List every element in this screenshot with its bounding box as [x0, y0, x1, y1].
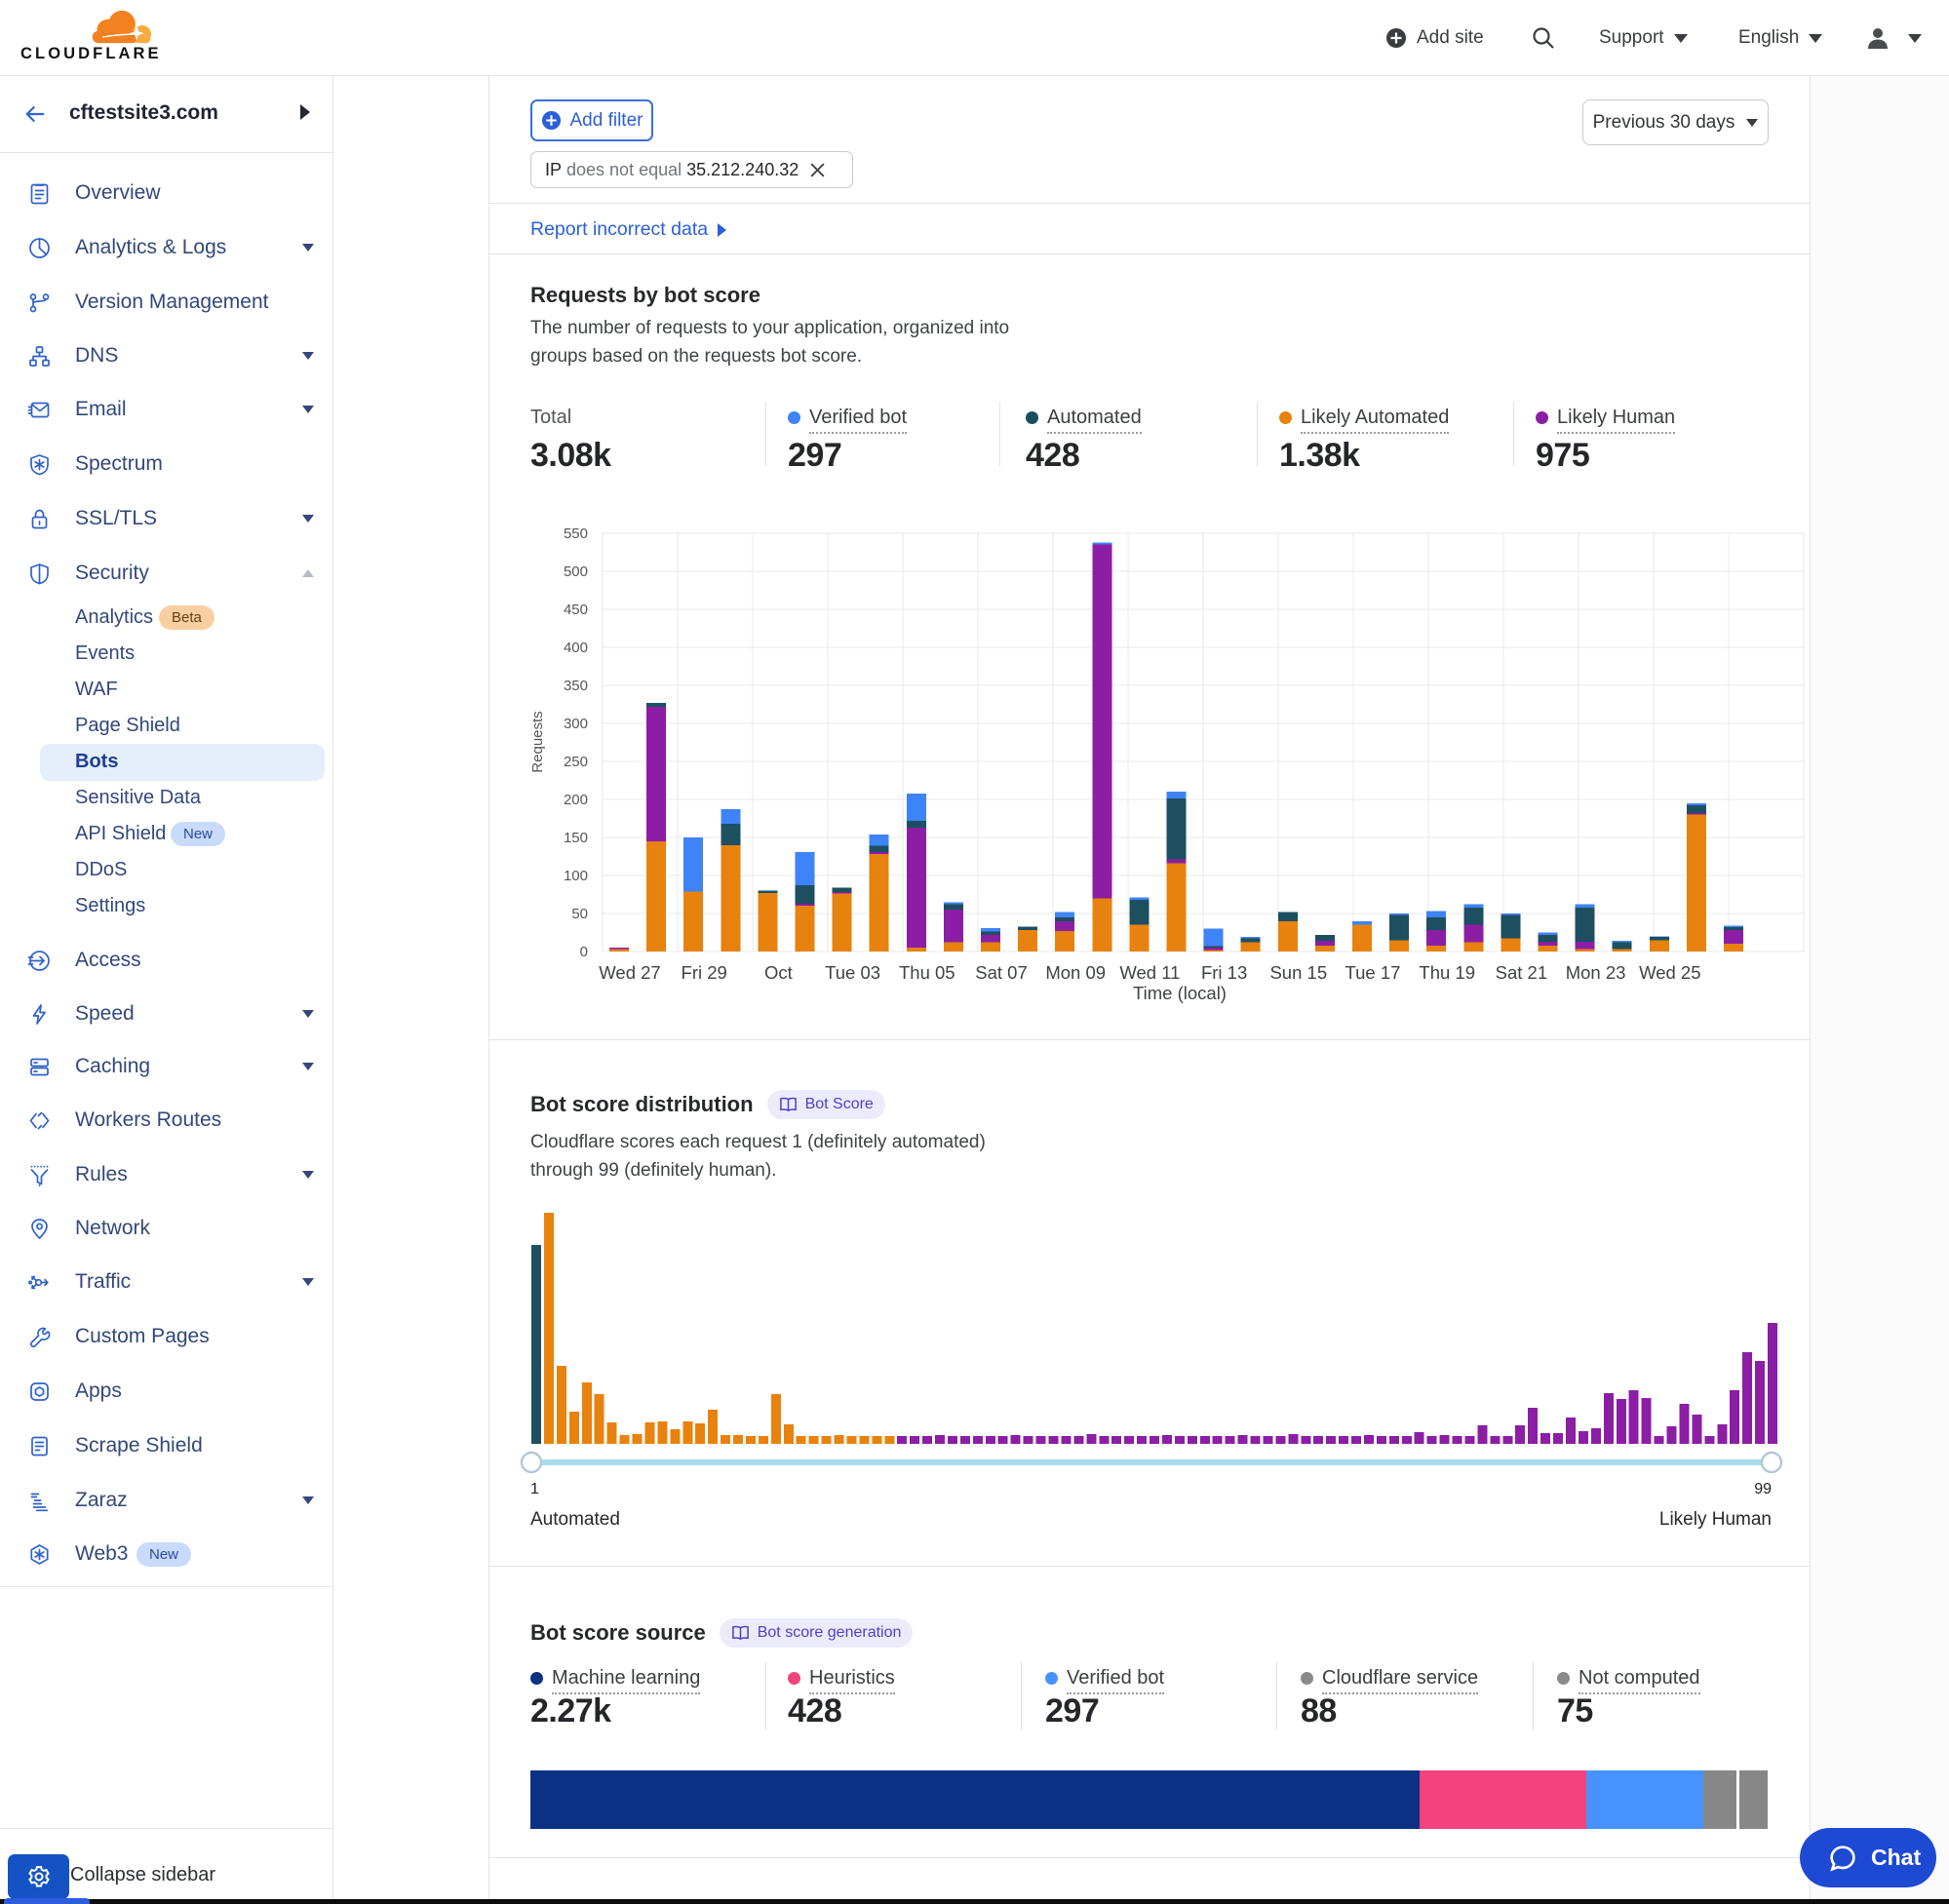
svg-text:Time (local): Time (local): [1133, 983, 1227, 1003]
svg-text:100: 100: [564, 868, 588, 884]
svg-text:Requests: Requests: [529, 711, 546, 772]
svg-text:300: 300: [564, 716, 588, 732]
svg-text:Likely Human: Likely Human: [1659, 1509, 1772, 1530]
svg-text:350: 350: [564, 678, 588, 694]
svg-text:200: 200: [564, 792, 588, 808]
svg-text:450: 450: [564, 602, 588, 618]
svg-text:50: 50: [571, 906, 588, 922]
svg-text:Wed 25: Wed 25: [1639, 962, 1700, 983]
svg-text:500: 500: [564, 563, 588, 580]
svg-text:Sat 07: Sat 07: [975, 962, 1028, 983]
svg-text:Mon 23: Mon 23: [1566, 962, 1626, 983]
svg-text:Sun 15: Sun 15: [1269, 962, 1327, 983]
svg-text:Thu 19: Thu 19: [1419, 962, 1475, 983]
svg-text:0: 0: [580, 944, 588, 960]
svg-text:Tue 17: Tue 17: [1345, 962, 1401, 983]
svg-text:400: 400: [564, 640, 588, 656]
svg-text:Fri 29: Fri 29: [682, 962, 727, 983]
svg-text:150: 150: [564, 830, 588, 846]
svg-text:550: 550: [564, 525, 588, 542]
svg-text:Automated: Automated: [530, 1509, 620, 1530]
svg-text:1: 1: [530, 1481, 539, 1497]
svg-text:Sat 21: Sat 21: [1496, 962, 1548, 983]
svg-text:99: 99: [1754, 1481, 1772, 1497]
svg-text:Mon 09: Mon 09: [1045, 962, 1106, 983]
svg-text:Wed 11: Wed 11: [1119, 962, 1180, 983]
svg-text:Fri 13: Fri 13: [1201, 962, 1247, 983]
svg-text:Thu 05: Thu 05: [899, 962, 955, 983]
svg-text:Oct: Oct: [764, 962, 793, 983]
svg-text:250: 250: [564, 754, 588, 770]
svg-text:Wed 27: Wed 27: [599, 962, 660, 983]
svg-text:Tue 03: Tue 03: [825, 962, 880, 983]
